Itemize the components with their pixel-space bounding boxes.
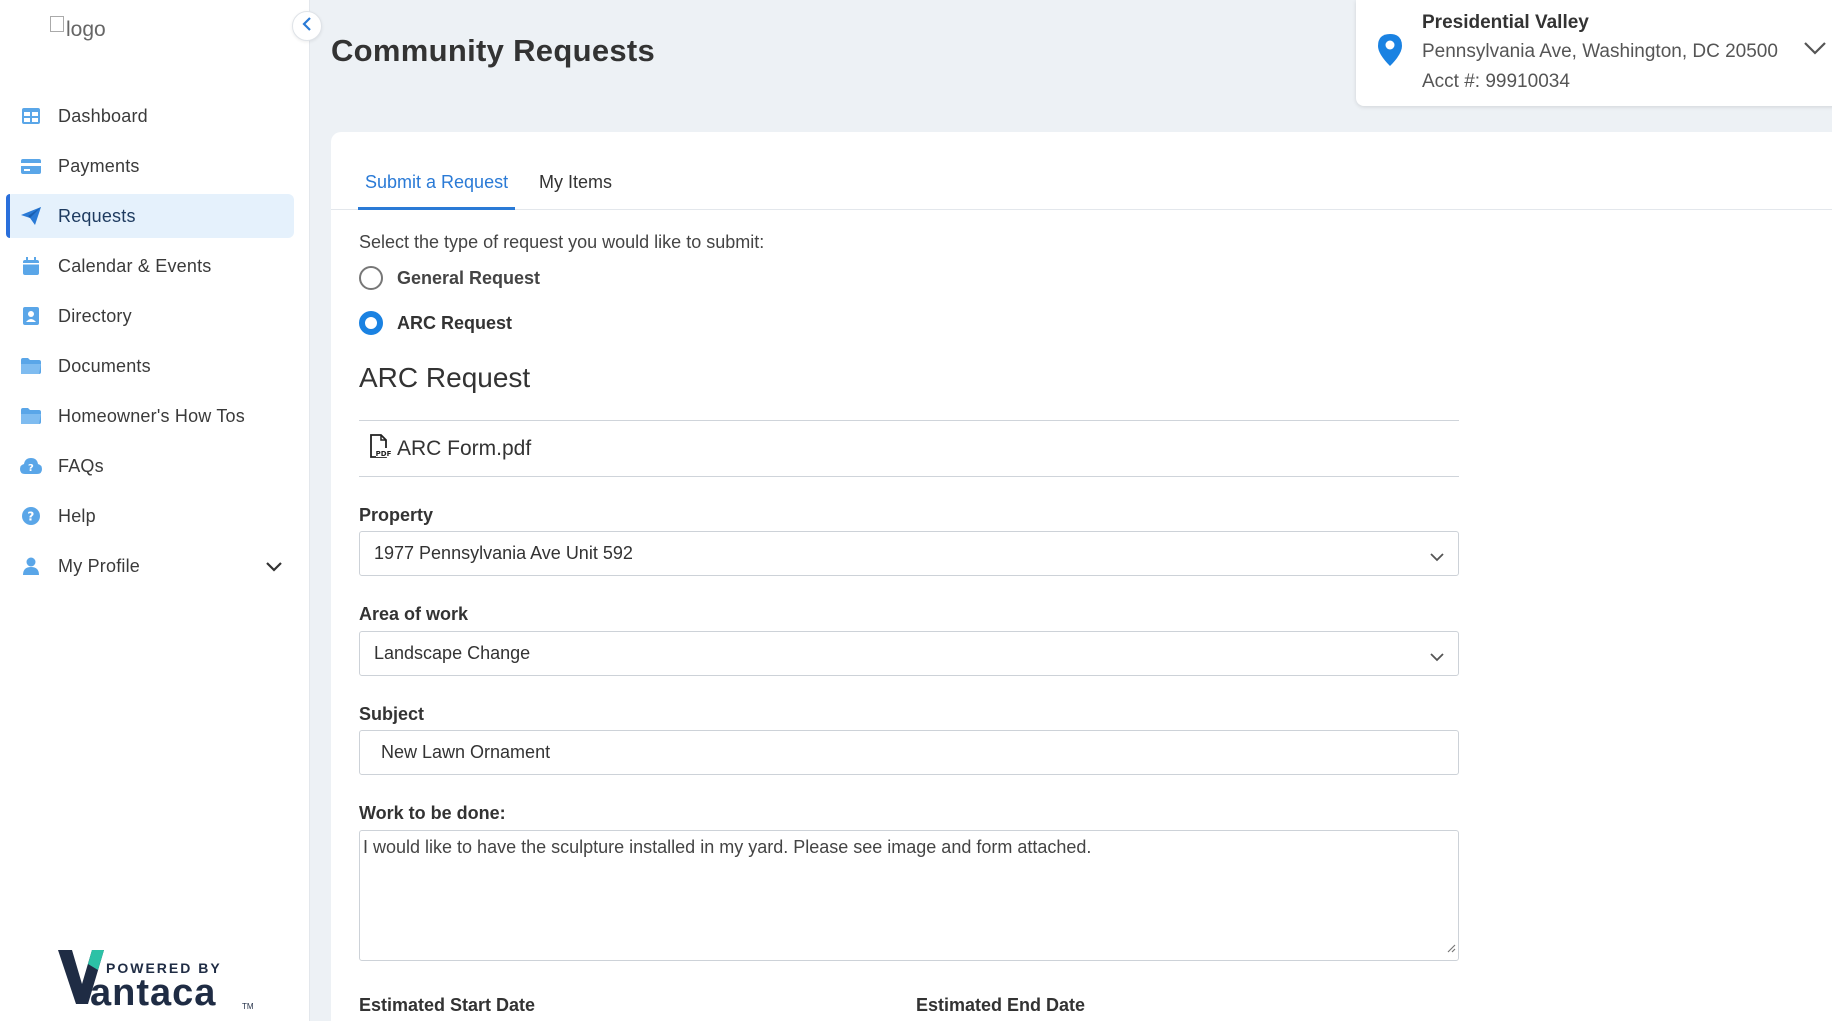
subject-label: Subject bbox=[359, 704, 425, 724]
area-of-work-label: Area of work bbox=[359, 604, 469, 624]
property-select[interactable]: 1977 Pennsylvania Ave Unit 592 bbox=[359, 531, 1459, 576]
sidebar-item-payments[interactable]: Payments bbox=[6, 144, 294, 188]
area-of-work-value: Landscape Change bbox=[374, 643, 531, 663]
chevron-left-icon bbox=[302, 16, 312, 36]
end-date-label: Estimated End Date bbox=[916, 995, 1086, 1015]
pdf-file-icon: PDF bbox=[369, 433, 392, 464]
cloud-question-icon: ? bbox=[20, 455, 42, 477]
work-to-be-done-value: I would like to have the sculpture insta… bbox=[363, 837, 1092, 857]
resize-handle-icon[interactable] bbox=[1446, 937, 1456, 958]
sidebar-item-label: FAQs bbox=[58, 455, 104, 476]
logo-alt-text: logo bbox=[66, 18, 106, 41]
help-circle-icon: ? bbox=[20, 505, 42, 527]
radio-label: ARC Request bbox=[397, 312, 513, 333]
svg-text:?: ? bbox=[27, 510, 34, 524]
credit-card-icon bbox=[20, 155, 42, 177]
trademark: TM bbox=[242, 1002, 254, 1011]
sidebar: logo Dashboard Payments Requests Calenda… bbox=[0, 0, 310, 1021]
property-value: 1977 Pennsylvania Ave Unit 592 bbox=[374, 543, 633, 563]
sidebar-item-requests[interactable]: Requests bbox=[6, 194, 294, 238]
chevron-down-icon[interactable] bbox=[266, 556, 282, 577]
community-name: Presidential Valley bbox=[1422, 12, 1589, 33]
sidebar-item-my-profile[interactable]: My Profile bbox=[6, 544, 294, 588]
logo-image[interactable]: logo bbox=[50, 16, 106, 42]
user-icon bbox=[20, 555, 42, 577]
area-of-work-select[interactable]: Landscape Change bbox=[359, 631, 1459, 676]
request-card: Submit a Request My Items Select the typ… bbox=[331, 132, 1832, 1021]
brand-text: antaca bbox=[90, 972, 217, 1014]
sidebar-item-label: Calendar & Events bbox=[58, 255, 212, 276]
sidebar-nav: Dashboard Payments Requests Calendar & E… bbox=[0, 88, 310, 588]
chevron-down-icon bbox=[1430, 646, 1444, 667]
radio-label: General Request bbox=[397, 267, 541, 288]
collapse-sidebar-button[interactable] bbox=[292, 11, 322, 41]
sidebar-item-help[interactable]: ? Help bbox=[6, 494, 294, 538]
tab-submit-request[interactable]: Submit a Request bbox=[358, 172, 516, 210]
attachment-row: PDF ARC Form.pdf bbox=[359, 420, 1459, 477]
sidebar-item-documents[interactable]: Documents bbox=[6, 344, 294, 388]
account-number: Acct #: 99910034 bbox=[1422, 71, 1570, 92]
radio-arc-request[interactable]: ARC Request bbox=[359, 311, 512, 335]
community-address: Pennsylvania Ave, Washington, DC 20500 bbox=[1422, 41, 1778, 62]
subject-value: New Lawn Ornament bbox=[381, 742, 551, 762]
work-to-be-done-textarea[interactable]: I would like to have the sculpture insta… bbox=[359, 830, 1459, 961]
sidebar-item-label: Homeowner's How Tos bbox=[58, 405, 245, 426]
sidebar-item-label: Directory bbox=[58, 305, 132, 326]
chevron-down-icon[interactable] bbox=[1804, 42, 1826, 61]
dashboard-icon bbox=[20, 105, 42, 127]
svg-text:PDF: PDF bbox=[376, 450, 391, 458]
subject-input[interactable]: New Lawn Ornament bbox=[359, 730, 1459, 775]
work-to-be-done-label: Work to be done: bbox=[359, 803, 506, 823]
tab-bar: Submit a Request My Items bbox=[331, 172, 1832, 210]
page-title: Community Requests bbox=[331, 33, 656, 68]
sidebar-item-calendar[interactable]: Calendar & Events bbox=[6, 244, 294, 288]
sidebar-item-label: My Profile bbox=[58, 555, 141, 576]
sidebar-item-dashboard[interactable]: Dashboard bbox=[6, 94, 294, 138]
radio-general-request[interactable]: General Request bbox=[359, 266, 540, 290]
property-label: Property bbox=[359, 505, 434, 525]
sidebar-item-label: Requests bbox=[58, 205, 136, 226]
folder-icon bbox=[20, 355, 42, 377]
svg-text:?: ? bbox=[28, 463, 34, 474]
radio-button[interactable] bbox=[359, 311, 383, 335]
tab-my-items[interactable]: My Items bbox=[532, 172, 619, 210]
start-date-label: Estimated Start Date bbox=[359, 995, 536, 1015]
chevron-down-icon bbox=[1430, 546, 1444, 567]
sidebar-item-label: Dashboard bbox=[58, 105, 148, 126]
sidebar-item-label: Payments bbox=[58, 155, 140, 176]
calendar-icon bbox=[20, 255, 42, 277]
folder-icon bbox=[20, 405, 42, 427]
radio-button[interactable] bbox=[359, 266, 383, 290]
sidebar-item-label: Documents bbox=[58, 355, 151, 376]
location-selector[interactable]: Presidential Valley Pennsylvania Ave, Wa… bbox=[1356, 0, 1832, 106]
broken-image-icon bbox=[50, 16, 64, 32]
sidebar-item-faqs[interactable]: ? FAQs bbox=[6, 444, 294, 488]
map-pin-icon bbox=[1378, 34, 1402, 71]
sidebar-item-directory[interactable]: Directory bbox=[6, 294, 294, 338]
section-title: ARC Request bbox=[359, 362, 531, 393]
sidebar-item-label: Help bbox=[58, 505, 96, 526]
sidebar-item-how-tos[interactable]: Homeowner's How Tos bbox=[6, 394, 294, 438]
contact-book-icon bbox=[20, 305, 42, 327]
attachment-link[interactable]: ARC Form.pdf bbox=[397, 437, 531, 461]
paper-plane-icon bbox=[20, 205, 42, 227]
request-type-prompt: Select the type of request you would lik… bbox=[359, 232, 765, 252]
